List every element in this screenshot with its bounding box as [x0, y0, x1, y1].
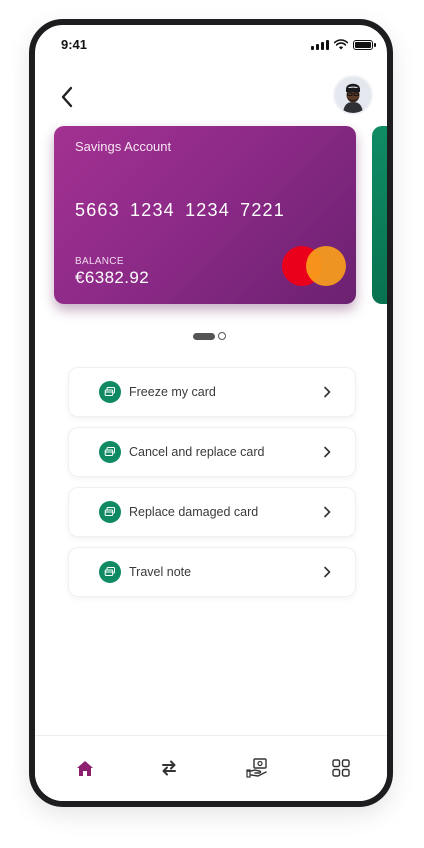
chevron-left-icon: [61, 86, 73, 108]
avatar[interactable]: [333, 75, 373, 115]
mastercard-logo-icon: [282, 246, 348, 288]
card-icon: [99, 381, 121, 403]
status-time: 9:41: [61, 37, 88, 52]
nav-transfer[interactable]: [157, 756, 181, 780]
card-number: 5663 1234 1234 7221: [75, 200, 285, 220]
card-account-name: Savings Account: [75, 139, 172, 154]
pagination-dot-active[interactable]: [193, 332, 215, 340]
status-icons: [311, 39, 376, 50]
wifi-icon: [334, 39, 348, 50]
transfer-icon: [162, 760, 176, 776]
nav-payments[interactable]: [245, 756, 269, 780]
card-pagination: [193, 332, 226, 340]
bottom-navigation: [35, 735, 387, 801]
back-button[interactable]: [53, 83, 81, 111]
payment-hand-icon: [246, 758, 267, 778]
nav-home[interactable]: [73, 756, 97, 780]
chevron-right-icon: [321, 386, 333, 398]
home-icon: [77, 760, 93, 776]
freeze-card-button[interactable]: Freeze my card: [68, 367, 356, 417]
action-label: Freeze my card: [129, 385, 216, 399]
chevron-right-icon: [321, 566, 333, 578]
phone-frame: 9:41 Savings Account 5663 1234 1234 7221…: [29, 19, 393, 807]
card-balance-label: BALANCE: [75, 256, 124, 267]
next-bank-card[interactable]: [372, 126, 387, 304]
action-label: Cancel and replace card: [129, 445, 265, 459]
chevron-right-icon: [321, 446, 333, 458]
replace-damaged-card-button[interactable]: Replace damaged card: [68, 487, 356, 537]
action-label: Replace damaged card: [129, 505, 259, 519]
battery-icon: [353, 39, 376, 50]
chevron-right-icon: [321, 506, 333, 518]
travel-note-button[interactable]: Travel note: [68, 547, 356, 597]
card-icon: [99, 501, 121, 523]
pagination-dot[interactable]: [218, 332, 226, 340]
nav-more[interactable]: [329, 756, 353, 780]
user-avatar-icon: [335, 77, 371, 113]
card-icon: [99, 441, 121, 463]
card-balance: €6382.92: [75, 268, 150, 287]
signal-icon: [311, 39, 329, 50]
action-label: Travel note: [129, 565, 192, 579]
card-icon: [99, 561, 121, 583]
cancel-replace-card-button[interactable]: Cancel and replace card: [68, 427, 356, 477]
bank-card[interactable]: Savings Account 5663 1234 1234 7221 BALA…: [54, 126, 356, 304]
grid-icon: [332, 759, 350, 777]
